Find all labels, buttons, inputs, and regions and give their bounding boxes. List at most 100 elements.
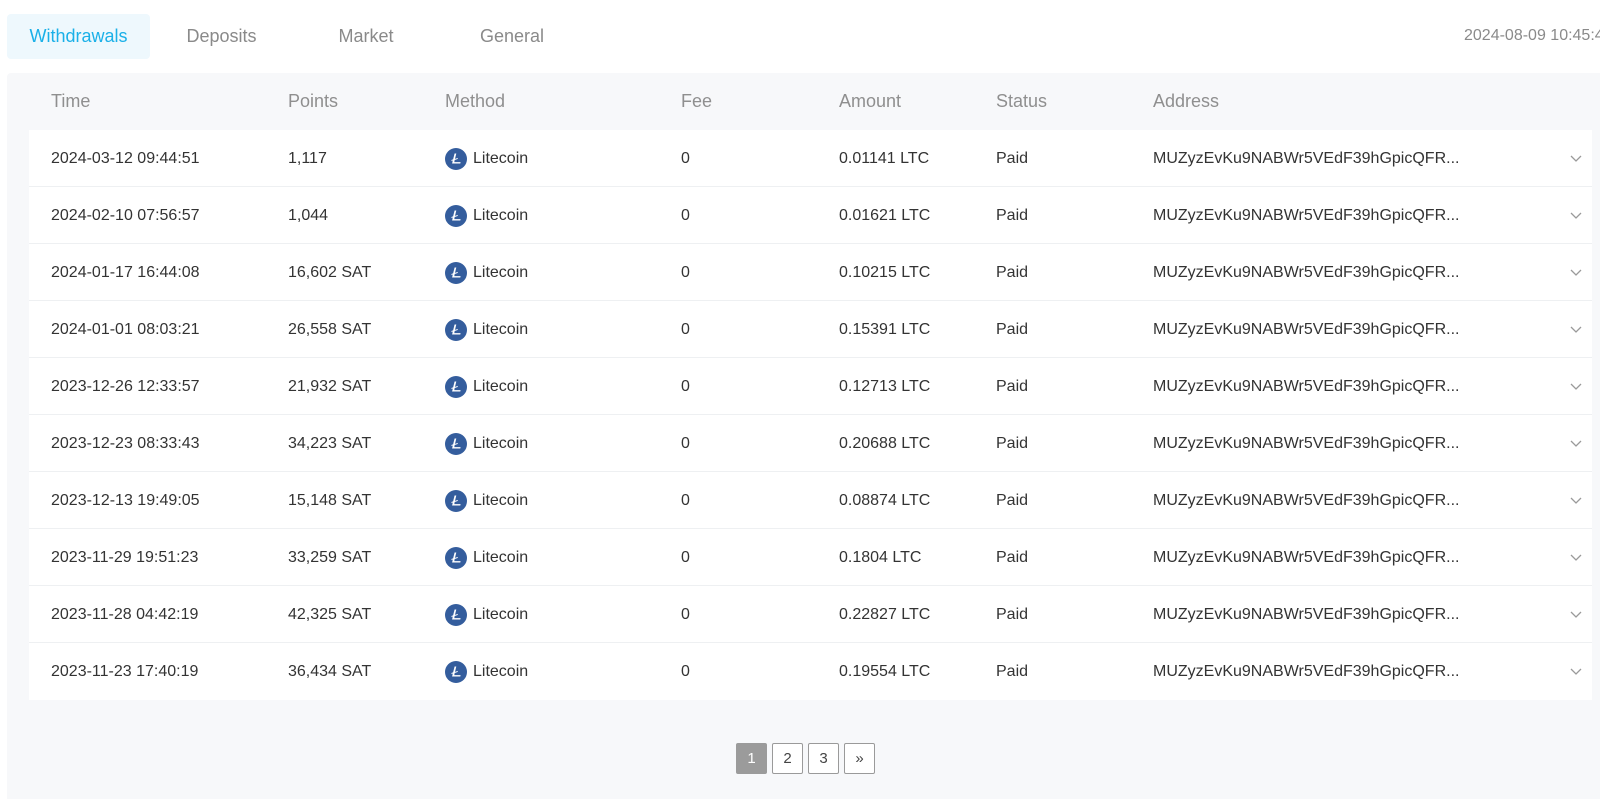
table-row[interactable]: 2023-11-23 17:40:19 36,434 SAT 0 0.19554 LT…	[29, 643, 1592, 700]
cell-method: Litecoin	[445, 301, 528, 358]
cell-address: MUZyzEvKu9NABWr5VEdF39hGpicQFR...	[1153, 549, 1460, 566]
table-header: Time Points Method Fee Amount Status Add…	[7, 73, 1600, 129]
header-time: Time	[51, 91, 91, 111]
method-label: Litecoin	[473, 549, 529, 566]
cell-fee: 0	[681, 207, 690, 224]
cell-time: 2024-02-10 07:56:57	[51, 207, 200, 224]
method-label: Litecoin	[473, 435, 529, 452]
cell-amount: 0.20688 LTC	[839, 435, 931, 452]
cell-time: 2023-11-23 17:40:19	[51, 663, 199, 680]
header-fee: Fee	[681, 91, 713, 111]
tab-general[interactable]: General	[439, 14, 585, 59]
tab-withdrawals[interactable]: Withdrawals	[7, 14, 150, 59]
method-label: Litecoin	[473, 264, 529, 281]
cell-fee: 0	[681, 378, 690, 395]
method-label: Litecoin	[473, 207, 529, 224]
method-label: Litecoin	[473, 663, 529, 680]
table-row[interactable]: 2023-12-23 08:33:43 34,223 SAT 0 0.20688 LT…	[29, 415, 1592, 472]
tab-bar: Withdrawals Deposits Market General	[7, 14, 585, 60]
chevron-down-icon[interactable]	[1569, 379, 1583, 393]
litecoin-icon	[445, 489, 467, 512]
chevron-down-icon[interactable]	[1569, 265, 1583, 279]
cell-time: 2024-03-12 09:44:51	[51, 150, 200, 167]
cell-points: 26,558 SAT	[288, 321, 372, 338]
table-row[interactable]: 2023-11-29 19:51:23 33,259 SAT 0 0.1804 LTC…	[29, 529, 1592, 586]
chevron-down-icon[interactable]	[1569, 208, 1583, 222]
cell-method: Litecoin	[445, 472, 528, 529]
cell-address: MUZyzEvKu9NABWr5VEdF39hGpicQFR...	[1153, 663, 1460, 680]
litecoin-icon	[445, 432, 467, 455]
method-label: Litecoin	[473, 492, 529, 509]
cell-status: Paid	[996, 435, 1029, 452]
litecoin-icon	[445, 375, 467, 398]
cell-points: 42,325 SAT	[288, 606, 372, 623]
litecoin-icon	[445, 660, 467, 683]
table-body: 2024-03-12 09:44:51 1,117 0 0.01141 LTC Paid…	[29, 130, 1592, 700]
cell-points: 1,117	[288, 150, 327, 167]
table-row[interactable]: 2023-11-28 04:42:19 42,325 SAT 0 0.22827 LT…	[29, 586, 1592, 643]
withdrawals-table-panel: Time Points Method Fee Amount Status Add…	[7, 73, 1600, 799]
cell-fee: 0	[681, 435, 690, 452]
chevron-down-icon[interactable]	[1569, 436, 1583, 450]
cell-fee: 0	[681, 663, 690, 680]
cell-status: Paid	[996, 549, 1029, 566]
header-status: Status	[996, 91, 1048, 111]
table-row[interactable]: 2024-01-17 16:44:08 16,602 SAT 0 0.10215 LT…	[29, 244, 1592, 301]
page-button-1[interactable]: 1	[736, 743, 767, 774]
header-address: Address	[1153, 91, 1220, 111]
litecoin-icon	[445, 546, 467, 569]
header-points: Points	[288, 91, 339, 111]
cell-amount: 0.12713 LTC	[839, 378, 931, 395]
cell-points: 36,434 SAT	[288, 663, 372, 680]
page-button-2[interactable]: 2	[772, 743, 803, 774]
cell-fee: 0	[681, 606, 690, 623]
cell-method: Litecoin	[445, 529, 528, 586]
method-label: Litecoin	[473, 321, 529, 338]
table-row[interactable]: 2024-03-12 09:44:51 1,117 0 0.01141 LTC Paid…	[29, 130, 1592, 187]
cell-points: 16,602 SAT	[288, 264, 372, 281]
cell-amount: 0.15391 LTC	[839, 321, 931, 338]
cell-amount: 0.1804 LTC	[839, 549, 922, 566]
chevron-down-icon[interactable]	[1569, 664, 1583, 678]
cell-status: Paid	[996, 150, 1029, 167]
cell-fee: 0	[681, 549, 690, 566]
tab-market[interactable]: Market	[293, 14, 439, 59]
cell-status: Paid	[996, 663, 1029, 680]
table-row[interactable]: 2024-02-10 07:56:57 1,044 0 0.01621 LTC Paid…	[29, 187, 1592, 244]
cell-amount: 0.01621 LTC	[839, 207, 931, 224]
cell-address: MUZyzEvKu9NABWr5VEdF39hGpicQFR...	[1153, 321, 1460, 338]
cell-address: MUZyzEvKu9NABWr5VEdF39hGpicQFR...	[1153, 378, 1460, 395]
cell-address: MUZyzEvKu9NABWr5VEdF39hGpicQFR...	[1153, 606, 1460, 623]
method-label: Litecoin	[473, 378, 529, 395]
page-button-3[interactable]: 3	[808, 743, 839, 774]
cell-points: 33,259 SAT	[288, 549, 372, 566]
cell-amount: 0.08874 LTC	[839, 492, 931, 509]
cell-time: 2023-11-29 19:51:23	[51, 549, 199, 566]
cell-method: Litecoin	[445, 130, 528, 187]
cell-points: 21,932 SAT	[288, 378, 372, 395]
chevron-down-icon[interactable]	[1569, 322, 1583, 336]
cell-address: MUZyzEvKu9NABWr5VEdF39hGpicQFR...	[1153, 207, 1460, 224]
cell-status: Paid	[996, 492, 1029, 509]
cell-points: 1,044	[288, 207, 329, 224]
table-row[interactable]: 2024-01-01 08:03:21 26,558 SAT 0 0.15391 LT…	[29, 301, 1592, 358]
chevron-down-icon[interactable]	[1569, 151, 1583, 165]
chevron-down-icon[interactable]	[1569, 607, 1583, 621]
litecoin-icon	[445, 261, 467, 284]
cell-time: 2023-12-23 08:33:43	[51, 435, 200, 452]
cell-points: 34,223 SAT	[288, 435, 372, 452]
cell-time: 2023-12-13 19:49:05	[51, 492, 200, 509]
cell-status: Paid	[996, 606, 1029, 623]
cell-points: 15,148 SAT	[288, 492, 372, 509]
chevron-down-icon[interactable]	[1569, 493, 1583, 507]
next-page-button[interactable]: »	[844, 743, 875, 774]
cell-time: 2024-01-01 08:03:21	[51, 321, 200, 338]
cell-address: MUZyzEvKu9NABWr5VEdF39hGpicQFR...	[1153, 264, 1460, 281]
tab-deposits[interactable]: Deposits	[150, 14, 293, 59]
chevron-down-icon[interactable]	[1569, 550, 1583, 564]
table-row[interactable]: 2023-12-26 12:33:57 21,932 SAT 0 0.12713 LT…	[29, 358, 1592, 415]
cell-method: Litecoin	[445, 643, 528, 700]
table-row[interactable]: 2023-12-13 19:49:05 15,148 SAT 0 0.08874 LT…	[29, 472, 1592, 529]
pagination: 1 2 3 »	[736, 743, 875, 774]
cell-address: MUZyzEvKu9NABWr5VEdF39hGpicQFR...	[1153, 150, 1460, 167]
